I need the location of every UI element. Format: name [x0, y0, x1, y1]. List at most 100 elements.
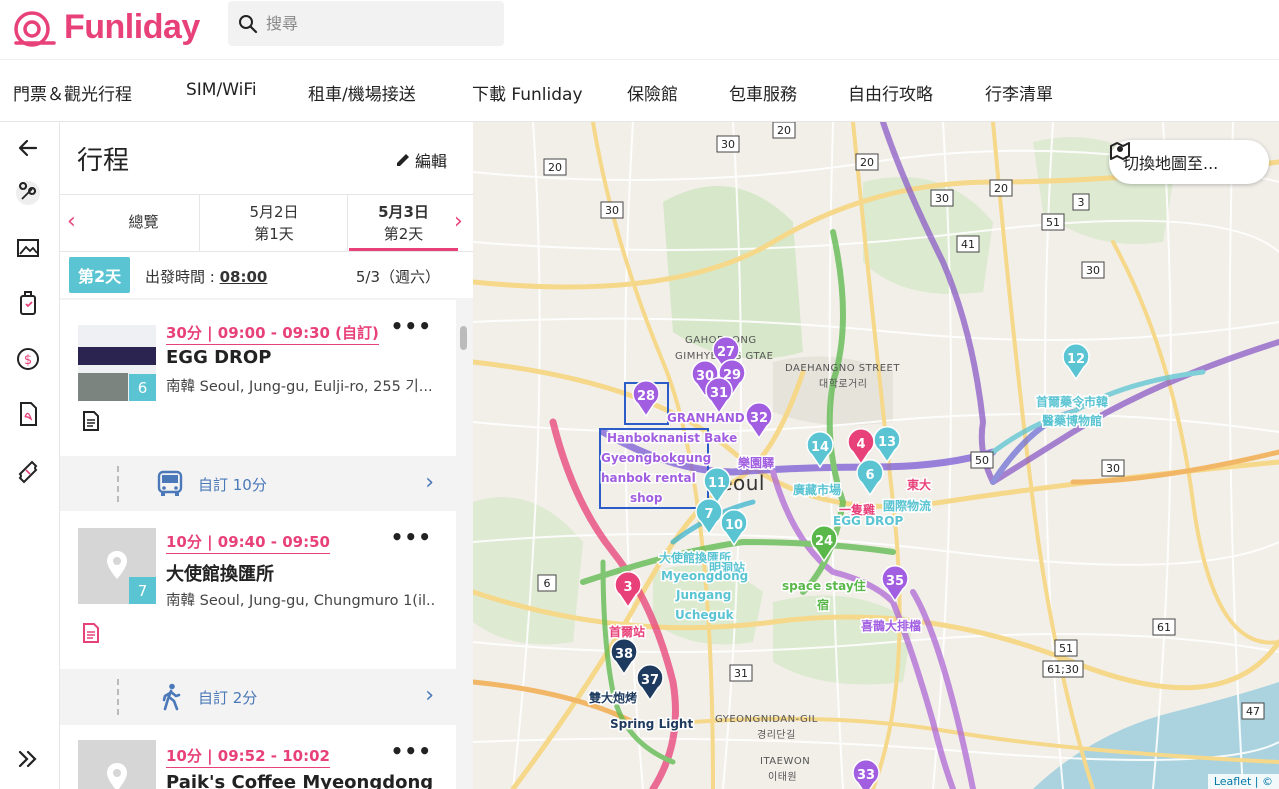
transit-label: 自訂 10分 [198, 476, 267, 494]
map-marker-12[interactable]: 12 [1062, 343, 1090, 381]
logo[interactable]: Funliday [12, 8, 200, 47]
map-marker-6[interactable]: 6 [856, 459, 884, 497]
map-marker-number: 11 [708, 476, 726, 491]
card-time[interactable]: 30分 | 09:00 - 09:30 (自訂) [166, 322, 379, 345]
nav-item-download[interactable]: 下載 Funliday [472, 80, 583, 105]
map-marker-number: 6 [865, 468, 874, 483]
svg-text:30: 30 [1106, 462, 1120, 475]
document-icon[interactable] [80, 622, 102, 648]
location-icon [107, 551, 127, 579]
page-title: 行程 [77, 146, 130, 176]
tab-day-2[interactable]: 5月3日 第2天 [349, 195, 458, 251]
image-icon[interactable] [14, 234, 42, 262]
search-input[interactable] [266, 14, 486, 33]
svg-text:경리단길: 경리단길 [757, 728, 796, 741]
svg-text:首爾藥令市韓: 首爾藥令市韓 [1036, 394, 1108, 409]
pdf-icon[interactable] [14, 400, 42, 428]
svg-text:20: 20 [548, 161, 562, 174]
departure-value: 08:00 [219, 268, 268, 286]
nav-item-tickets[interactable]: 門票＆觀光行程 [13, 80, 132, 105]
itinerary-card[interactable]: 7 10分 | 09:40 - 09:50 大使館換匯所 南韓 Seoul, J… [60, 511, 456, 669]
tab-day-1[interactable]: 5月2日 第1天 [201, 195, 348, 251]
svg-text:首爾站: 首爾站 [609, 624, 645, 639]
pencil-icon [396, 154, 409, 166]
map-marker-14[interactable]: 14 [806, 431, 834, 469]
svg-text:喜鵲大排檔: 喜鵲大排檔 [861, 618, 921, 633]
map-marker-number: 33 [857, 768, 875, 783]
card-time[interactable]: 10分 | 09:52 - 10:02 [166, 745, 330, 768]
ticket-icon[interactable] [14, 456, 42, 484]
tab-prev-icon[interactable]: ‹ [67, 209, 76, 234]
svg-text:樂園驛: 樂園驛 [737, 455, 774, 470]
back-arrow-icon[interactable] [14, 134, 42, 162]
nav-item-insurance[interactable]: 保險館 [627, 80, 678, 105]
expand-icon[interactable] [14, 745, 42, 773]
svg-text:Myeongdong: Myeongdong [661, 569, 748, 583]
more-options-icon[interactable]: ••• [391, 525, 432, 549]
svg-text:50: 50 [975, 454, 989, 467]
map-view[interactable]: 20 30 20 20 20 30 30 51 3 41 30 50 30 6 … [473, 122, 1279, 789]
document-icon[interactable] [80, 410, 102, 436]
card-name: Paik's Coffee Myeongdong Jun... [166, 772, 436, 789]
map-marker-number: 24 [815, 534, 833, 549]
map-marker-31[interactable]: 31 [705, 377, 733, 415]
itinerary-panel: 行程 編輯 ‹ 總覽 5月2日 第1天 5月3日 第2天 › 第2天 出發時間 … [60, 122, 473, 789]
card-time[interactable]: 10分 | 09:40 - 09:50 [166, 531, 330, 554]
chevron-right-icon[interactable]: › [425, 683, 434, 708]
nav-item-car-rental[interactable]: 租車/機場接送 [308, 80, 416, 105]
itinerary-card[interactable]: 6 30分 | 09:00 - 09:30 (自訂) EGG DROP 南韓 S… [60, 300, 456, 456]
map-marker-32[interactable]: 32 [745, 402, 773, 440]
panel-header: 行程 編輯 [60, 122, 473, 194]
card-name: 大使館換匯所 [166, 564, 274, 585]
svg-text:GRANHAND: GRANHAND [667, 411, 745, 425]
svg-text:Jungang: Jungang [675, 588, 731, 602]
map-marker-number: 32 [750, 411, 768, 426]
map-marker-number: 12 [1067, 352, 1085, 367]
svg-text:51: 51 [1046, 216, 1060, 229]
tab-overview[interactable]: 總覽 [88, 195, 200, 251]
map-marker-number: 28 [637, 389, 655, 404]
money-icon[interactable]: $ [14, 345, 42, 373]
map-marker-28[interactable]: 28 [632, 380, 660, 418]
tab-day-1-date: 5月2日 [249, 203, 299, 221]
search-box[interactable] [228, 1, 504, 46]
svg-text:廣藏市場: 廣藏市場 [793, 482, 841, 497]
transit-row[interactable]: 自訂 2分 › [60, 671, 456, 723]
route-icon[interactable] [14, 179, 42, 207]
svg-text:30: 30 [1086, 264, 1100, 277]
svg-text:47: 47 [1246, 705, 1260, 718]
panel-scrollbar[interactable] [460, 326, 467, 350]
svg-text:EGG DROP: EGG DROP [833, 514, 903, 528]
itinerary-card[interactable]: 10分 | 09:52 - 10:02 Paik's Coffee Myeong… [60, 725, 456, 789]
map-switch-icon [1110, 142, 1130, 160]
map-canvas: 20 30 20 20 20 30 30 51 3 41 30 50 30 6 … [473, 122, 1279, 789]
card-name: EGG DROP [166, 347, 272, 368]
departure-time[interactable]: 出發時間 : 08:00 [145, 266, 267, 287]
svg-text:GYEONGNIDAN-GIL: GYEONGNIDAN-GIL [715, 714, 818, 725]
transit-row[interactable]: 自訂 10分 › [60, 458, 456, 510]
svg-text:20: 20 [860, 156, 874, 169]
map-marker-number: 13 [878, 435, 896, 450]
svg-text:61;30: 61;30 [1047, 663, 1079, 676]
switch-map-button[interactable]: 切換地圖至... [1109, 140, 1269, 184]
place-thumbnail: 7 [78, 528, 156, 604]
map-attribution[interactable]: Leaflet | © [1207, 774, 1279, 789]
nav-item-guides[interactable]: 自由行攻略 [848, 80, 933, 105]
logo-icon [14, 10, 56, 47]
more-options-icon[interactable]: ••• [391, 314, 432, 338]
luggage-icon[interactable] [14, 290, 42, 318]
chevron-right-icon[interactable]: › [425, 470, 434, 495]
svg-text:DAEHANGNO STREET: DAEHANGNO STREET [785, 363, 900, 374]
nav-item-sim-wifi[interactable]: SIM/WiFi [186, 80, 257, 100]
svg-text:30: 30 [721, 138, 735, 151]
map-marker-37[interactable]: 37 [636, 664, 664, 702]
nav-item-charter[interactable]: 包車服務 [729, 80, 797, 105]
nav-item-packing-list[interactable]: 行李清單 [985, 80, 1053, 105]
map-marker-4[interactable]: 4 [847, 428, 875, 466]
svg-text:31: 31 [734, 667, 748, 680]
edit-button[interactable]: 編輯 [395, 148, 447, 172]
day-badge: 第2天 [69, 257, 131, 293]
more-options-icon[interactable]: ••• [391, 739, 432, 763]
map-marker-13[interactable]: 13 [873, 426, 901, 464]
tab-next-icon[interactable]: › [454, 209, 463, 234]
